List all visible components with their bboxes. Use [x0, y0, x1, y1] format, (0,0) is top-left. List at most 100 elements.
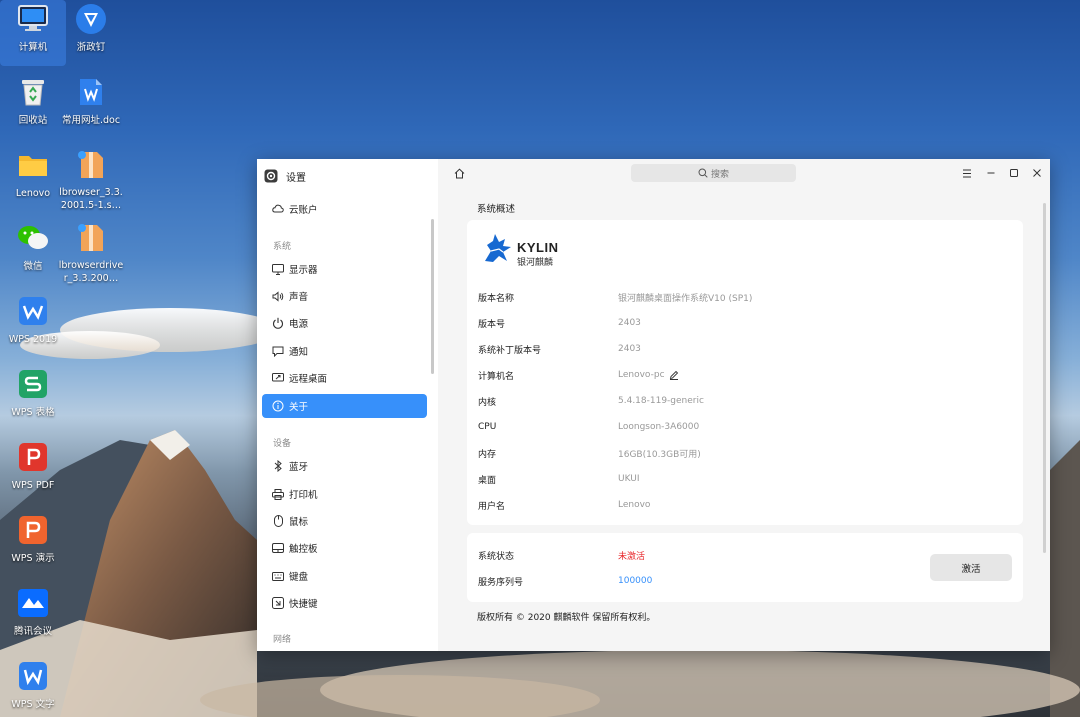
sidebar-item-shortcuts[interactable]: 快捷键	[262, 591, 427, 615]
home-icon[interactable]	[452, 166, 466, 180]
sidebar-group-system: 系统	[273, 242, 292, 252]
sidebar-item-label: 蓝牙	[289, 462, 309, 473]
desktop-icon-wps-pdf[interactable]: WPS PDF	[0, 438, 66, 504]
sidebar-item-notifications[interactable]: 通知	[262, 339, 427, 363]
info-value: 2403	[618, 344, 641, 354]
desktop-icon-lbrowserdriver-package[interactable]: lbrowserdriver_3.3.200…	[58, 219, 124, 285]
sidebar-item-mouse[interactable]: 鼠标	[262, 509, 427, 533]
wps-writer-icon	[17, 660, 49, 692]
kylin-logo-text: KYLIN	[517, 240, 559, 255]
info-value: Loongson-3A6000	[618, 422, 700, 432]
maximize-icon[interactable]	[1007, 166, 1021, 180]
search-placeholder: 搜索	[710, 169, 729, 180]
desktop-icon-label: 腾讯会议	[13, 626, 52, 637]
desktop-icon-doc[interactable]: 常用网址.doc	[58, 73, 124, 139]
search-input[interactable]: 搜索	[631, 164, 796, 182]
printer-icon	[272, 488, 284, 500]
edit-icon[interactable]	[669, 370, 679, 380]
sidebar-item-bluetooth[interactable]: 蓝牙	[262, 454, 427, 478]
sidebar-item-touchpad[interactable]: 触控板	[262, 536, 427, 560]
sidebar-scrollbar[interactable]	[431, 219, 434, 374]
info-row-version-name: 版本名称 银河麒麟桌面操作系统V10 (SP1)	[478, 290, 752, 304]
desktop-icon-wps-sheet[interactable]: WPS 表格	[0, 365, 66, 431]
sidebar-item-label: 触控板	[289, 544, 318, 555]
sidebar-item-label: 声音	[289, 292, 309, 303]
about-panel: 搜索 系统概述 KYLIN 银河麒麟 版本名称 银河麒麟桌面操作系统V10 (S…	[438, 159, 1050, 651]
info-key: 内核	[478, 397, 497, 408]
desktop-icon-label: WPS PDF	[11, 480, 55, 491]
desktop-icon-wechat[interactable]: 微信	[0, 219, 66, 285]
sidebar-group-network: 网络	[273, 635, 292, 645]
desktop-icon-recycle-bin[interactable]: 回收站	[0, 73, 66, 139]
computer-icon	[17, 3, 49, 35]
wps-doc-icon	[75, 76, 107, 108]
sidebar-item-label: 云账户	[289, 205, 318, 216]
info-value-container: Lenovo-pc	[618, 370, 679, 380]
info-row-patch-version: 系统补丁版本号 2403	[478, 342, 641, 356]
sidebar-item-label: 键盘	[289, 572, 309, 583]
info-key: 版本名称	[478, 293, 515, 304]
info-key: 系统补丁版本号	[478, 345, 542, 356]
desktop-icon-wps-writer[interactable]: WPS 文字	[0, 657, 66, 717]
package-icon	[75, 222, 107, 253]
sidebar-item-cloud-account[interactable]: 云账户	[262, 197, 427, 221]
sidebar-item-sound[interactable]: 声音	[262, 284, 427, 308]
info-key: 计算机名	[478, 371, 515, 382]
sidebar-item-label: 鼠标	[289, 517, 309, 528]
mouse-icon	[272, 515, 284, 527]
sidebar-item-label: 快捷键	[289, 599, 318, 610]
zhezhengding-icon	[75, 3, 107, 35]
wechat-icon	[17, 222, 49, 254]
desktop-icon-lbrowser-package[interactable]: lbrowser_3.3.2001.5-1.s…	[58, 146, 124, 212]
sidebar-item-printer[interactable]: 打印机	[262, 482, 427, 506]
serial-key: 服务序列号	[478, 577, 524, 588]
desktop-icon-label: lbrowser_3.3.2001.5-1.s…	[59, 187, 123, 211]
info-row-desktop: 桌面 UKUI	[478, 472, 640, 486]
desktop-icon-lenovo-folder[interactable]: Lenovo	[0, 146, 66, 212]
desktop-icon-label: WPS 表格	[11, 407, 55, 418]
desktop-icon-label: 浙政钉	[76, 42, 106, 53]
serial-row: 服务序列号 100000	[478, 574, 652, 588]
section-title: 系统概述	[477, 204, 516, 215]
sidebar-item-display[interactable]: 显示器	[262, 257, 427, 281]
desktop-icon-label: WPS 演示	[11, 553, 55, 564]
sidebar-item-about[interactable]: 关于	[262, 394, 427, 418]
desktop-icon-zhezhengding[interactable]: 浙政钉	[58, 0, 124, 66]
minimize-icon[interactable]	[984, 166, 998, 180]
desktop-icon-label: WPS 2019	[8, 334, 58, 345]
info-row-computer-name: 计算机名 Lenovo-pc	[478, 368, 679, 382]
main-scrollbar[interactable]	[1043, 203, 1046, 553]
info-key: 内存	[478, 449, 497, 460]
activate-button[interactable]: 激活	[930, 554, 1012, 581]
sidebar-item-remote-desktop[interactable]: 远程桌面	[262, 366, 427, 390]
folder-icon	[17, 149, 49, 181]
cloud-icon	[272, 203, 284, 215]
menu-icon[interactable]	[960, 166, 974, 180]
sidebar-item-power[interactable]: 电源	[262, 311, 427, 335]
sidebar-item-label: 打印机	[289, 490, 318, 501]
sidebar-item-label: 电源	[289, 319, 309, 330]
bluetooth-icon	[272, 460, 284, 472]
package-icon	[75, 149, 107, 180]
system-info-card: KYLIN 银河麒麟 版本名称 银河麒麟桌面操作系统V10 (SP1) 版本号 …	[467, 220, 1023, 525]
desktop-icon-wps2019[interactable]: WPS 2019	[0, 292, 66, 358]
shortcut-icon	[272, 597, 284, 609]
info-key: 桌面	[478, 475, 497, 486]
desktop-icon-computer[interactable]: 计算机	[0, 0, 66, 66]
sidebar-item-keyboard[interactable]: 键盘	[262, 564, 427, 588]
info-row-username: 用户名 Lenovo	[478, 498, 650, 512]
kylin-logo: KYLIN 银河麒麟	[481, 230, 581, 270]
desktop-icon-label: Lenovo	[15, 188, 51, 199]
info-icon	[272, 400, 284, 412]
serial-value: 100000	[618, 576, 653, 586]
desktop-icon-wps-presentation[interactable]: WPS 演示	[0, 511, 66, 577]
touchpad-icon	[272, 542, 284, 554]
close-icon[interactable]	[1030, 166, 1044, 180]
sidebar-item-label: 关于	[289, 402, 309, 413]
sidebar-group-devices: 设备	[273, 439, 292, 449]
info-row-memory: 内存 16GB(10.3GB可用)	[478, 446, 701, 460]
info-value: Lenovo-pc	[618, 370, 665, 380]
desktop-icon-label: lbrowserdriver_3.3.200…	[58, 260, 124, 284]
power-icon	[272, 317, 284, 329]
desktop-icon-tencent-meeting[interactable]: 腾讯会议	[0, 584, 66, 650]
